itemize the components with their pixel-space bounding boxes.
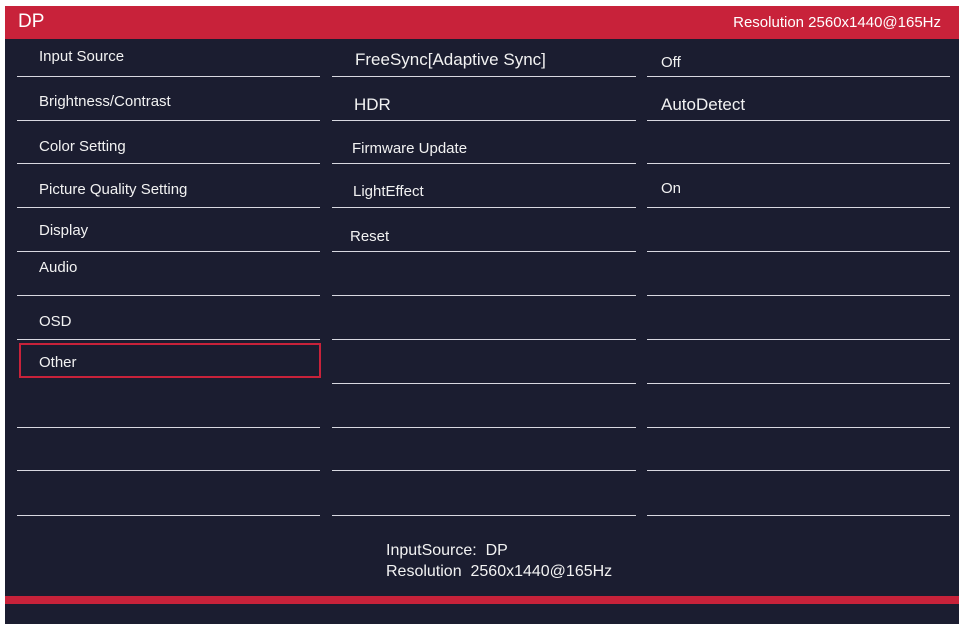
osd-menu: DP Resolution 2560x1440@165Hz Input Sour… (5, 6, 959, 624)
row-divider (647, 163, 950, 164)
submenu-freesync[interactable]: FreeSync[Adaptive Sync] (355, 50, 546, 70)
row-divider (17, 470, 320, 471)
row-divider (647, 120, 950, 121)
value-hdr[interactable]: AutoDetect (661, 95, 745, 115)
row-divider (17, 76, 320, 77)
info-panel: InputSource: DP Resolution 2560x1440@165… (386, 540, 612, 582)
row-divider (17, 207, 320, 208)
row-divider (647, 76, 950, 77)
row-divider (647, 427, 950, 428)
menu-item-picture-quality[interactable]: Picture Quality Setting (39, 181, 187, 198)
menu-item-color-setting[interactable]: Color Setting (39, 138, 126, 155)
row-divider (17, 427, 320, 428)
submenu-lighteffect[interactable]: LightEffect (353, 183, 424, 200)
menu-item-input-source[interactable]: Input Source (39, 48, 124, 65)
header-resolution: Resolution 2560x1440@165Hz (733, 14, 941, 31)
row-divider (17, 515, 320, 516)
footer-accent-bar (5, 596, 959, 604)
row-divider (647, 383, 950, 384)
row-divider (17, 120, 320, 121)
row-divider (332, 207, 636, 208)
submenu-reset[interactable]: Reset (350, 228, 389, 245)
row-divider (17, 251, 320, 252)
row-divider (332, 163, 636, 164)
row-divider (17, 163, 320, 164)
menu-item-other[interactable]: Other (39, 354, 77, 371)
row-divider (647, 470, 950, 471)
row-divider (332, 120, 636, 121)
row-divider (17, 339, 320, 340)
row-divider (647, 251, 950, 252)
value-lighteffect[interactable]: On (661, 180, 681, 197)
menu-item-brightness-contrast[interactable]: Brightness/Contrast (39, 93, 171, 110)
menu-item-audio[interactable]: Audio (39, 259, 77, 276)
header-bar: DP Resolution 2560x1440@165Hz (5, 6, 959, 39)
row-divider (332, 383, 636, 384)
row-divider (332, 470, 636, 471)
row-divider (332, 339, 636, 340)
row-divider (332, 515, 636, 516)
row-divider (647, 515, 950, 516)
info-input-source: InputSource: DP (386, 542, 508, 559)
row-divider (332, 251, 636, 252)
row-divider (332, 76, 636, 77)
submenu-hdr[interactable]: HDR (354, 95, 391, 115)
row-divider (332, 295, 636, 296)
menu-item-osd[interactable]: OSD (39, 313, 72, 330)
row-divider (332, 427, 636, 428)
row-divider (17, 295, 320, 296)
row-divider (647, 207, 950, 208)
row-divider (647, 339, 950, 340)
menu-item-display[interactable]: Display (39, 222, 88, 239)
submenu-firmware-update[interactable]: Firmware Update (352, 140, 467, 157)
row-divider (647, 295, 950, 296)
info-resolution: Resolution 2560x1440@165Hz (386, 563, 613, 580)
value-freesync[interactable]: Off (661, 54, 681, 71)
input-source-title: DP (18, 11, 45, 32)
